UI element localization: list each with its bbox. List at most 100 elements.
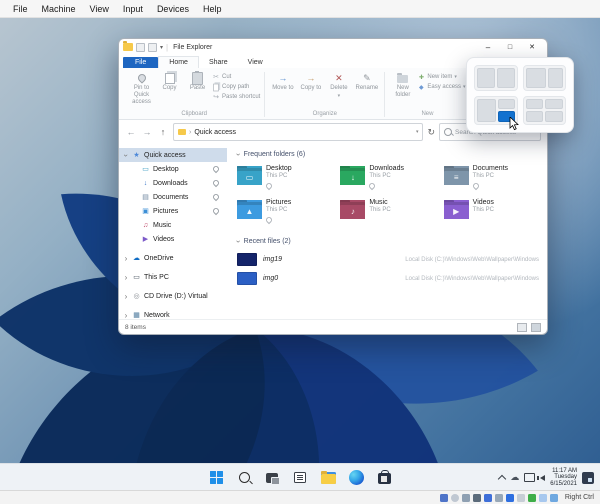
rename-button[interactable]: Rename: [353, 70, 380, 92]
forward-button[interactable]: →: [141, 127, 153, 137]
chevron-down-icon[interactable]: ›: [122, 152, 131, 158]
snap-layout-two-columns-wide-left[interactable]: [522, 65, 566, 91]
maximize-button[interactable]: [499, 40, 521, 54]
sidebar-item-quick-access[interactable]: › ★ Quick access: [119, 148, 227, 162]
new-item-button[interactable]: New item ▾: [417, 73, 465, 81]
sidebar-item-desktop[interactable]: ▭ Desktop: [119, 162, 227, 176]
snap-zone[interactable]: [545, 111, 563, 122]
snap-zone[interactable]: [548, 68, 563, 88]
pin-to-quick-access-button[interactable]: Pin to Quick access: [128, 70, 155, 106]
folder-tile-downloads[interactable]: ↓ Downloads This PC: [340, 163, 439, 195]
breadcrumb-location[interactable]: Quick access: [194, 129, 236, 136]
copy-button[interactable]: Copy: [156, 70, 183, 92]
start-button[interactable]: [208, 469, 225, 486]
paste-shortcut-button[interactable]: Paste shortcut: [212, 93, 260, 101]
move-to-button[interactable]: Move to: [269, 70, 296, 92]
up-button[interactable]: ↑: [157, 127, 169, 137]
copy-to-button[interactable]: Copy to: [297, 70, 324, 92]
refresh-button[interactable]: ↻: [427, 127, 435, 138]
taskbar-file-explorer-button[interactable]: [320, 469, 337, 486]
new-item-dropdown-icon[interactable]: ▾: [454, 74, 457, 80]
folder-tile-pictures[interactable]: ▲ Pictures This PC: [237, 197, 336, 229]
paste-button[interactable]: Paste: [184, 70, 211, 92]
address-bar[interactable]: › Quick access ▾: [173, 123, 424, 141]
address-dropdown-icon[interactable]: ▾: [416, 129, 419, 135]
recent-file-img19[interactable]: img19 Local Disk (C:)\Windows\Web\Wallpa…: [237, 250, 543, 269]
sidebar-item-downloads[interactable]: ↓ Downloads: [119, 176, 227, 190]
folder-tile-videos[interactable]: ▶ Videos This PC: [443, 197, 543, 229]
vbox-audio-icon[interactable]: [461, 493, 470, 502]
snap-zone[interactable]: [477, 98, 496, 122]
minimize-button[interactable]: [477, 40, 499, 54]
folder-tile-music[interactable]: ♪ Music This PC: [340, 197, 439, 229]
sidebar-item-cd-drive[interactable]: › ◎ CD Drive (D:) Virtual: [119, 289, 227, 303]
sidebar-item-music[interactable]: ♫ Music: [119, 218, 227, 232]
recent-file-img0[interactable]: img0 Local Disk (C:)\Windows\Web\Wallpap…: [237, 269, 543, 288]
large-icons-view-button[interactable]: [531, 322, 541, 332]
volume-tray-icon[interactable]: [537, 474, 546, 481]
menu-item-file[interactable]: File: [6, 2, 35, 16]
qat-dropdown-icon[interactable]: ▾: [160, 44, 163, 51]
titlebar[interactable]: ▾ | File Explorer: [119, 39, 547, 55]
vbox-network-icon[interactable]: [472, 493, 481, 502]
chevron-right-icon[interactable]: ›: [123, 254, 129, 263]
vbox-display-icon[interactable]: [505, 493, 514, 502]
edge-button[interactable]: [348, 469, 365, 486]
tab-file[interactable]: File: [123, 57, 159, 68]
collapse-chevron-icon[interactable]: ›: [234, 153, 243, 156]
delete-button[interactable]: Delete ▾: [325, 70, 352, 99]
easy-access-button[interactable]: Easy access ▾: [417, 83, 465, 91]
cut-button[interactable]: Cut: [212, 73, 260, 81]
store-button[interactable]: [376, 469, 393, 486]
new-folder-button[interactable]: New folder: [389, 70, 416, 99]
snap-layout-two-columns[interactable]: [474, 65, 518, 91]
network-tray-icon[interactable]: [524, 473, 536, 482]
chevron-right-icon[interactable]: ›: [123, 292, 129, 301]
vbox-features-icon[interactable]: [527, 493, 536, 502]
details-view-button[interactable]: [517, 322, 527, 332]
snap-zone[interactable]: [496, 68, 515, 88]
onedrive-tray-icon[interactable]: ☁: [510, 473, 519, 482]
tab-share[interactable]: Share: [199, 57, 238, 68]
tab-home[interactable]: Home: [158, 56, 199, 68]
vbox-usb-icon[interactable]: [483, 493, 492, 502]
chevron-right-icon[interactable]: ›: [123, 273, 129, 282]
frequent-folders-header[interactable]: › Frequent folders (6): [234, 148, 543, 161]
snap-zone[interactable]: [477, 68, 495, 88]
copy-path-button[interactable]: Copy path: [212, 83, 260, 91]
widgets-button[interactable]: [292, 469, 309, 486]
sidebar-item-this-pc[interactable]: › ▭ This PC: [119, 270, 227, 284]
snap-zone[interactable]: [525, 111, 544, 122]
collapse-chevron-icon[interactable]: ›: [234, 240, 243, 243]
vbox-hard-disk-icon[interactable]: [439, 493, 448, 502]
folder-tile-documents[interactable]: ≡ Documents This PC: [443, 163, 543, 195]
action-center-icon[interactable]: [582, 471, 594, 484]
tab-view[interactable]: View: [238, 57, 273, 68]
vbox-mouse-integration-icon[interactable]: [538, 493, 547, 502]
menu-item-machine[interactable]: Machine: [35, 2, 83, 16]
vbox-shared-folders-icon[interactable]: [494, 493, 503, 502]
folder-tile-desktop[interactable]: ▭ Desktop This PC: [237, 163, 336, 195]
delete-dropdown-icon[interactable]: ▾: [338, 93, 341, 99]
menu-item-devices[interactable]: Devices: [150, 2, 196, 16]
taskbar-clock[interactable]: 11:17 AM Tuesday 6/15/2021: [550, 468, 577, 487]
snap-zone[interactable]: [525, 68, 547, 88]
taskbar-search-button[interactable]: [236, 469, 253, 486]
task-view-button[interactable]: [264, 469, 281, 486]
vbox-recording-icon[interactable]: [516, 493, 525, 502]
menu-item-help[interactable]: Help: [196, 2, 229, 16]
menu-item-input[interactable]: Input: [116, 2, 150, 16]
qat-icon-2[interactable]: [148, 42, 157, 52]
snap-zone[interactable]: [525, 98, 544, 110]
snap-zone[interactable]: [497, 98, 515, 110]
qat-icon-1[interactable]: [136, 42, 145, 52]
sidebar-item-onedrive[interactable]: › ☁ OneDrive: [119, 251, 227, 265]
recent-files-header[interactable]: › Recent files (2): [234, 235, 543, 248]
back-button[interactable]: ←: [125, 127, 137, 137]
sidebar-item-videos[interactable]: ▶ Videos: [119, 232, 227, 246]
snap-zone[interactable]: [545, 98, 563, 110]
vbox-optical-drive-icon[interactable]: [450, 493, 459, 502]
sidebar-item-documents[interactable]: ▤ Documents: [119, 190, 227, 204]
hidden-icons-chevron-icon[interactable]: [498, 474, 507, 483]
sidebar-item-pictures[interactable]: ▣ Pictures: [119, 204, 227, 218]
